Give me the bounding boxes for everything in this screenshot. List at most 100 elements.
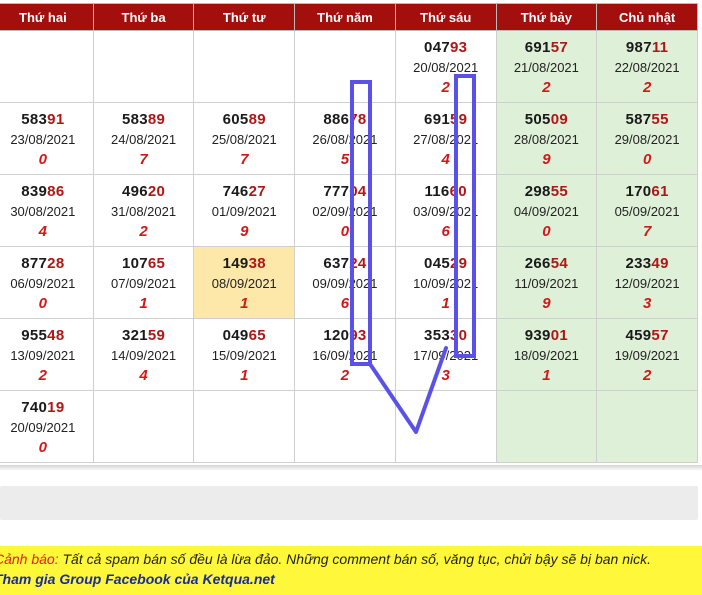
result-number[interactable]: 11660 (396, 182, 496, 202)
result-number[interactable]: 04793 (396, 38, 496, 58)
result-number-tail: 55 (651, 111, 669, 128)
result-digit: 2 (38, 367, 48, 384)
result-number-head: 583 (21, 111, 48, 128)
result-number[interactable]: 69157 (497, 38, 597, 58)
result-number[interactable]: 29855 (497, 182, 597, 202)
result-number[interactable]: 98711 (597, 38, 697, 58)
result-number-tail: 30 (449, 327, 468, 344)
result-digit: 1 (139, 295, 148, 312)
result-number[interactable]: 69159 (396, 110, 496, 130)
result-cell: 11660 03/09/2021 6 (394, 174, 497, 247)
result-number-tail: 38 (248, 255, 266, 272)
result-number[interactable]: 58755 (597, 110, 697, 130)
result-date: 06/09/2021 (10, 276, 76, 291)
result-number[interactable]: 95548 (0, 326, 93, 346)
result-cell-content: 12093 16/09/2021 2 (295, 319, 395, 386)
result-date: 28/08/2021 (513, 132, 579, 147)
result-number[interactable]: 74019 (0, 398, 93, 418)
result-cell: 50509 28/08/2021 9 (495, 102, 598, 175)
result-number-head: 637 (323, 255, 350, 272)
result-cell: 63724 09/09/2021 6 (294, 246, 396, 319)
empty-cell (394, 390, 497, 463)
result-digit: 0 (542, 223, 551, 240)
result-number-head: 839 (21, 183, 48, 200)
calendar-week-row: 74019 20/09/2021 0 (0, 390, 698, 463)
result-number-head: 459 (625, 327, 652, 344)
result-number[interactable]: 87728 (0, 254, 93, 274)
result-date: 30/08/2021 (10, 204, 76, 219)
result-digit: 4 (38, 223, 48, 240)
result-digit: 0 (38, 151, 48, 168)
result-number-tail: 09 (550, 111, 568, 128)
result-number[interactable]: 77704 (295, 182, 395, 202)
result-digit: 7 (139, 151, 148, 168)
result-number-head: 049 (222, 327, 249, 344)
result-number-tail: 28 (47, 255, 65, 272)
result-number-tail: 93 (349, 327, 367, 344)
result-date: 16/09/2021 (312, 348, 378, 363)
result-number[interactable]: 32159 (94, 326, 194, 346)
result-date: 21/08/2021 (513, 60, 579, 75)
result-date: 05/09/2021 (614, 204, 680, 219)
weekday-header: Thứ sáu (394, 3, 497, 31)
warning-text: Tất cả spam bán số đều là lừa đảo. Những… (58, 551, 651, 567)
result-number-head: 746 (222, 183, 249, 200)
result-number-tail: 54 (550, 255, 568, 272)
result-cell: 88678 26/08/2021 5 (294, 102, 396, 175)
empty-cell (596, 390, 698, 463)
result-number-tail: 61 (651, 183, 669, 200)
warning-label: Cảnh báo: (0, 551, 59, 567)
result-digit: 2 (642, 367, 652, 384)
result-number[interactable]: 12093 (295, 326, 395, 346)
result-number[interactable]: 49620 (94, 182, 194, 202)
result-cell-content: 17061 05/09/2021 7 (597, 175, 697, 242)
calendar-week-row: 87728 06/09/2021 0 10765 07/09/2021 1 14938 08/… (0, 246, 698, 319)
result-number[interactable]: 58389 (94, 110, 194, 130)
empty-cell (193, 390, 296, 463)
calendar-body: 04793 20/08/2021 2 69157 21/08/2021 2 98711 22/… (0, 30, 698, 463)
result-number-tail: 04 (349, 183, 367, 200)
result-digit: 0 (38, 439, 48, 456)
result-number-head: 505 (524, 111, 551, 128)
result-digit: 7 (240, 151, 249, 168)
result-date: 10/09/2021 (413, 276, 479, 291)
weekday-header: Thứ tư (193, 3, 296, 31)
result-number[interactable]: 50509 (497, 110, 597, 130)
result-number[interactable]: 45957 (597, 326, 697, 346)
result-number[interactable]: 93901 (497, 326, 597, 346)
facebook-group-link[interactable]: Tham gia Group Facebook của Ketqua.net (0, 569, 702, 589)
empty-cell (294, 30, 396, 103)
result-cell: 17061 05/09/2021 7 (596, 174, 698, 247)
result-number[interactable]: 10765 (94, 254, 194, 274)
result-number[interactable]: 63724 (295, 254, 395, 274)
result-cell-content: 93901 18/09/2021 1 (497, 319, 597, 386)
result-cell: 10765 07/09/2021 1 (92, 246, 195, 319)
result-number[interactable]: 04965 (194, 326, 294, 346)
weekday-header-row: Thứ hai Thứ ba Thứ tư Thứ năm Thứ sáu Thứ bảy… (0, 3, 698, 31)
result-number[interactable]: 58391 (0, 110, 93, 130)
result-number[interactable]: 35330 (396, 326, 496, 346)
result-cell-content: 74019 20/09/2021 0 (0, 391, 93, 458)
result-number[interactable]: 74627 (194, 182, 294, 202)
result-date: 29/08/2021 (614, 132, 680, 147)
result-number[interactable]: 60589 (194, 110, 294, 130)
weekday-header: Thứ năm (294, 3, 396, 31)
result-date: 22/08/2021 (614, 60, 680, 75)
result-cell: 95548 13/09/2021 2 (0, 318, 94, 391)
result-number-tail: 57 (651, 327, 669, 344)
result-number[interactable]: 83986 (0, 182, 93, 202)
result-number[interactable]: 23349 (597, 254, 697, 274)
result-cell-content: 63724 09/09/2021 6 (295, 247, 395, 314)
result-date: 19/09/2021 (614, 348, 680, 363)
result-number-head: 120 (323, 327, 350, 344)
result-number[interactable]: 26654 (497, 254, 597, 274)
result-number[interactable]: 88678 (295, 110, 395, 130)
result-number[interactable]: 04529 (396, 254, 496, 274)
result-number[interactable]: 14938 (194, 254, 294, 274)
result-cell: 93901 18/09/2021 1 (495, 318, 598, 391)
result-digit: 2 (340, 367, 350, 384)
result-cell: 58389 24/08/2021 7 (92, 102, 195, 175)
result-date: 07/09/2021 (111, 276, 177, 291)
result-digit: 7 (642, 223, 652, 240)
result-number[interactable]: 17061 (597, 182, 697, 202)
